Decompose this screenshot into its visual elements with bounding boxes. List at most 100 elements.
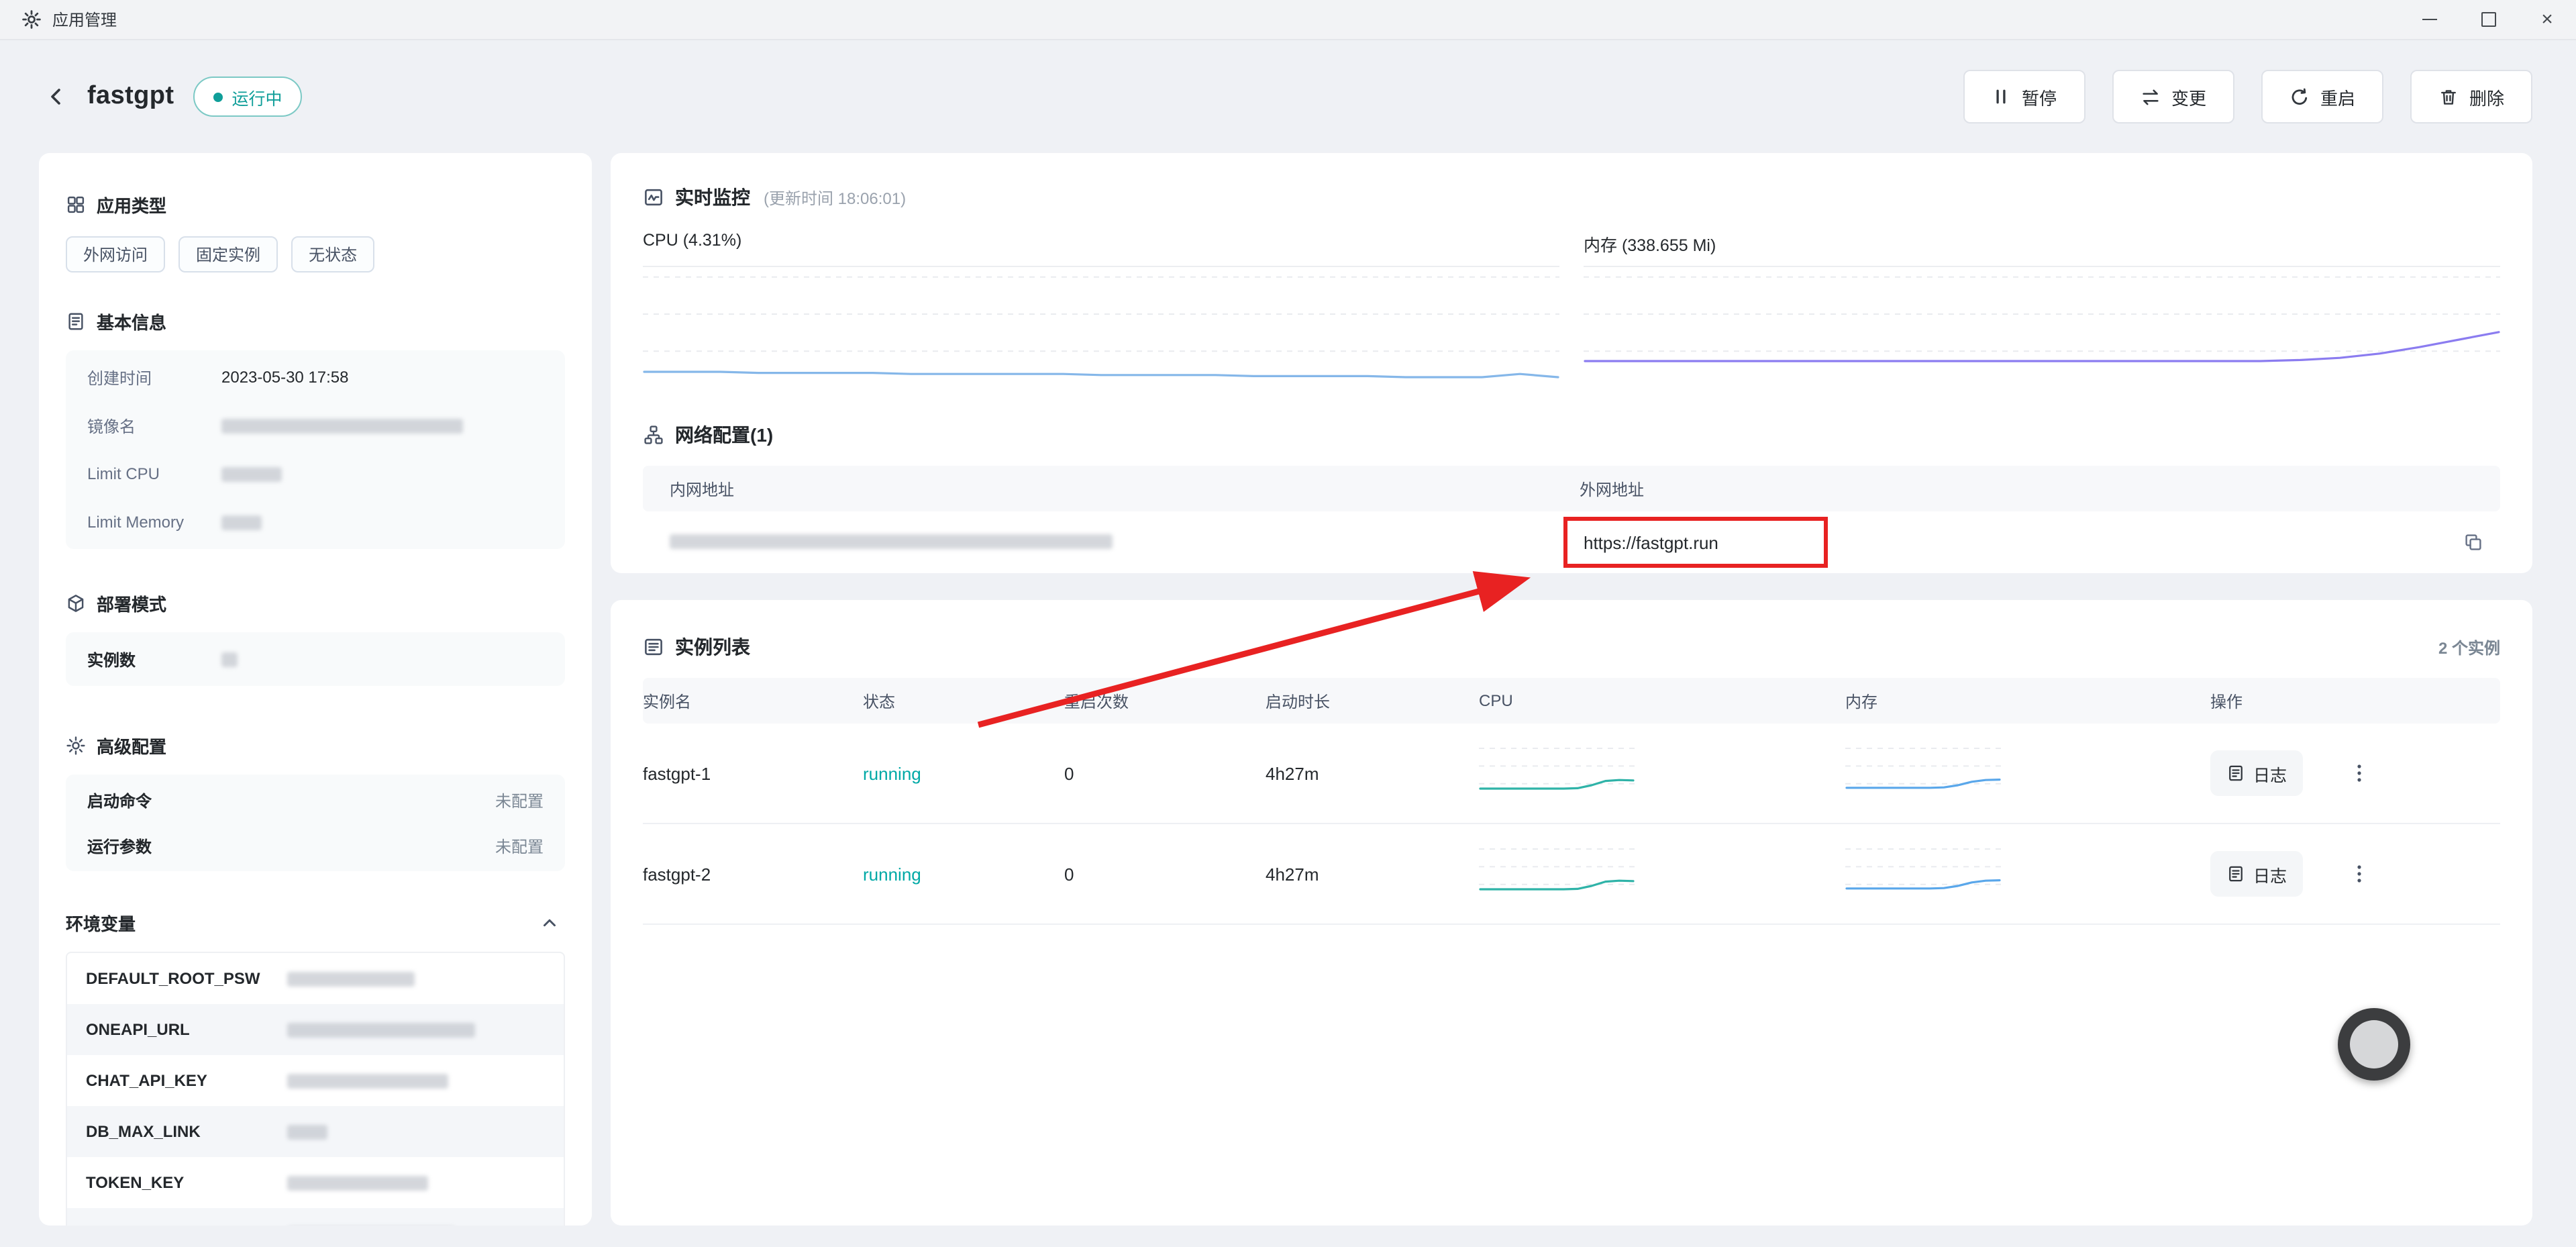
advanced-label: 运行参数 [87,834,152,857]
network-table-header: 内网地址 外网地址 [643,466,2500,511]
env-row: ONEAPI_URL [67,1004,564,1055]
copy-button[interactable] [2463,532,2484,553]
instance-memory-sparkline [1845,844,2001,903]
instance-uptime: 4h27m [1266,864,1479,884]
log-button-label: 日志 [2253,861,2287,887]
back-button[interactable] [39,79,74,114]
cpu-chart-label: CPU (4.31%) [643,231,1559,255]
network-table: 内网地址 外网地址 https://fastgpt.run [643,466,2500,573]
maximize-button[interactable] [2459,0,2518,39]
advanced-value: 未配置 [495,789,544,811]
network-title: 网络配置(1) [675,421,773,448]
pause-button[interactable]: 暂停 [1963,70,2085,123]
instances-table-header: 实例名 状态 重启次数 启动时长 CPU 内存 操作 [643,678,2500,724]
instance-uptime: 4h27m [1266,763,1479,783]
header-actions: 暂停 变更 重启 删除 [1963,70,2532,123]
redacted-value [287,971,415,986]
info-row: 创建时间 2023-05-30 17:58 [87,353,544,401]
instances-count: 2 个实例 [2438,636,2500,658]
instance-name: fastgpt-1 [643,763,863,783]
info-row: 实例数 [87,635,544,683]
instances-card: 实例列表 2 个实例 实例名 状态 重启次数 启动时长 CPU 内存 操作 [611,600,2532,1226]
memory-chart-panel: 内存 (338.655 Mi) [1584,231,2500,391]
log-button[interactable]: 日志 [2210,851,2303,897]
advanced-label: 启动命令 [87,789,152,811]
delete-button[interactable]: 删除 [2410,70,2532,123]
memory-chart-label: 内存 (338.655 Mi) [1584,231,2500,255]
info-label: Limit Memory [87,513,221,532]
info-row: Limit Memory [87,498,544,546]
instance-restarts: 0 [1064,763,1266,783]
log-icon [2226,864,2245,883]
instances-header: 实例列表 2 个实例 [643,632,2500,662]
change-button[interactable]: 变更 [2112,70,2234,123]
info-value: 2023-05-30 17:58 [221,368,349,387]
info-label: 镜像名 [87,414,221,437]
pause-icon [1992,87,2011,106]
env-row: DB_MAX_LINK [67,1106,564,1157]
chevron-up-icon [539,912,560,932]
section-title: 基本信息 [97,308,166,334]
section-title: 高级配置 [97,732,166,758]
more-actions-button[interactable] [2349,762,2370,784]
info-label: 实例数 [87,648,221,670]
monitor-icon [643,187,664,208]
column-uptime: 启动时长 [1266,689,1479,712]
env-key: TOKEN_KEY [67,1173,287,1192]
env-key: FILE_TOKEN_KEY [67,1224,287,1226]
deploy-mode-box: 实例数 [66,632,565,686]
column-name: 实例名 [643,689,863,712]
monitor-updated-time: (更新时间 18:06:01) [764,186,906,209]
app-type-tags: 外网访问 固定实例 无状态 [66,236,565,272]
info-label: 创建时间 [87,366,221,389]
app-info-sidebar: 应用类型 外网访问 固定实例 无状态 基本信息 创建时间 2023-0 [39,153,592,1226]
copy-icon [2463,532,2484,553]
page-header: fastgpt 运行中 暂停 变更 [39,40,2532,153]
cpu-chart-panel: CPU (4.31%) [643,231,1559,391]
external-url-link[interactable]: https://fastgpt.run [1563,517,1828,568]
advanced-row: 运行参数 未配置 [87,823,544,868]
section-basic-info: 基本信息 [66,307,565,334]
document-icon [66,311,86,331]
redacted-value [287,1124,327,1139]
collapse-env-button[interactable] [539,912,560,932]
column-cpu: CPU [1479,691,1845,710]
env-key: DEFAULT_ROOT_PSW [67,969,287,988]
redacted-value [287,1073,448,1088]
status-label: 运行中 [231,84,282,109]
close-button[interactable]: × [2518,0,2576,39]
section-app-type: 应用类型 [66,191,565,217]
table-row: fastgpt-2 running 0 4h27m [643,824,2500,925]
env-row: TOKEN_KEY [67,1157,564,1208]
info-label: Limit CPU [87,464,221,483]
section-title: 部署模式 [97,590,166,615]
instance-cpu-sparkline [1479,744,1635,803]
redacted-value [221,418,463,433]
more-actions-button[interactable] [2349,863,2370,885]
restart-icon [2289,87,2310,107]
env-key: CHAT_API_KEY [67,1071,287,1090]
page-title: fastgpt [87,82,174,111]
maximize-icon [2481,12,2495,27]
status-badge: 运行中 [193,77,302,117]
basic-info-box: 创建时间 2023-05-30 17:58 镜像名 Limit CPU Limi… [66,350,565,549]
log-button[interactable]: 日志 [2210,750,2303,796]
instance-status: running [863,763,1064,783]
kebab-menu-icon [2349,863,2370,885]
grid-icon [66,194,86,214]
restart-button[interactable]: 重启 [2261,70,2383,123]
instance-cpu-sparkline [1479,844,1635,903]
window-title: 应用管理 [52,8,117,31]
info-row: Limit CPU [87,450,544,498]
env-key: ONEAPI_URL [67,1020,287,1039]
delete-label: 删除 [2469,84,2504,109]
redacted-value [287,1175,428,1190]
column-operations: 操作 [2210,689,2500,712]
redacted-value [221,515,262,530]
memory-monitor-chart [1584,266,2500,391]
minimize-button[interactable] [2400,0,2459,39]
advanced-config-box: 启动命令 未配置 运行参数 未配置 [66,775,565,871]
tag-external-access: 外网访问 [66,236,165,272]
column-internal-address: 内网地址 [643,477,1553,500]
redacted-value [287,1022,475,1037]
